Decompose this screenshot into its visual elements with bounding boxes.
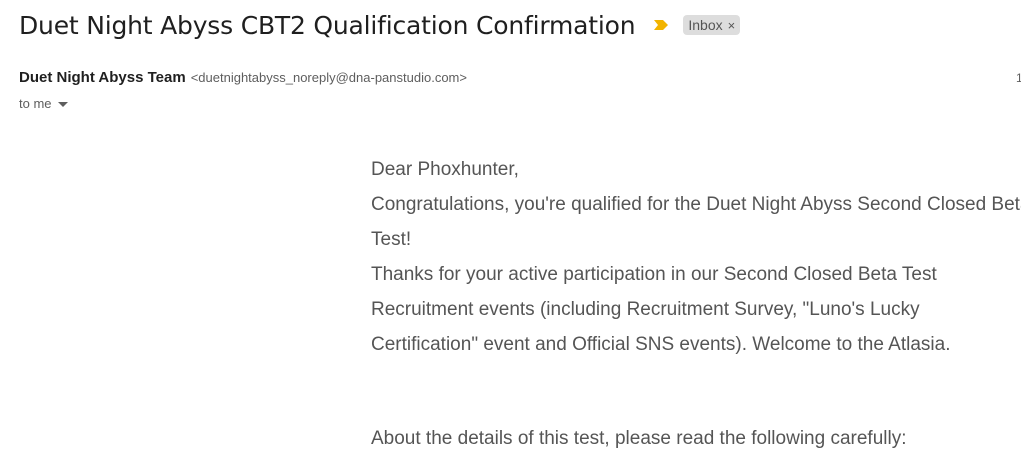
sender-name[interactable]: Duet Night Abyss Team (19, 69, 186, 86)
email-view: Duet Night Abyss CBT2 Qualification Conf… (0, 0, 1021, 460)
email-body: Dear Phoxhunter, Congratulations, you're… (371, 152, 1021, 456)
email-subject: Duet Night Abyss CBT2 Qualification Conf… (19, 10, 636, 40)
body-paragraph-3: About the details of this test, please r… (371, 428, 907, 449)
recipient-text: to me (19, 96, 52, 111)
chevron-down-icon[interactable] (57, 101, 68, 107)
body-paragraph-2: Thanks for your active participation in … (371, 264, 951, 355)
inbox-label-chip[interactable]: Inbox × (683, 15, 741, 35)
greeting-text: Dear Phoxhunter, (371, 159, 519, 180)
remove-label-close-icon[interactable]: × (728, 18, 736, 33)
sender-row: Duet Night Abyss Team <duetnightabyss_no… (19, 69, 467, 86)
recipient-details-toggle[interactable]: to me (19, 96, 68, 111)
email-date: 1 (1016, 71, 1021, 85)
importance-marker-icon[interactable] (653, 18, 669, 32)
subject-row: Duet Night Abyss CBT2 Qualification Conf… (19, 8, 741, 42)
body-paragraph-1: Congratulations, you're qualified for th… (371, 194, 1021, 250)
inbox-label-text: Inbox (688, 17, 723, 33)
sender-email: <duetnightabyss_noreply@dna-panstudio.co… (190, 70, 467, 85)
